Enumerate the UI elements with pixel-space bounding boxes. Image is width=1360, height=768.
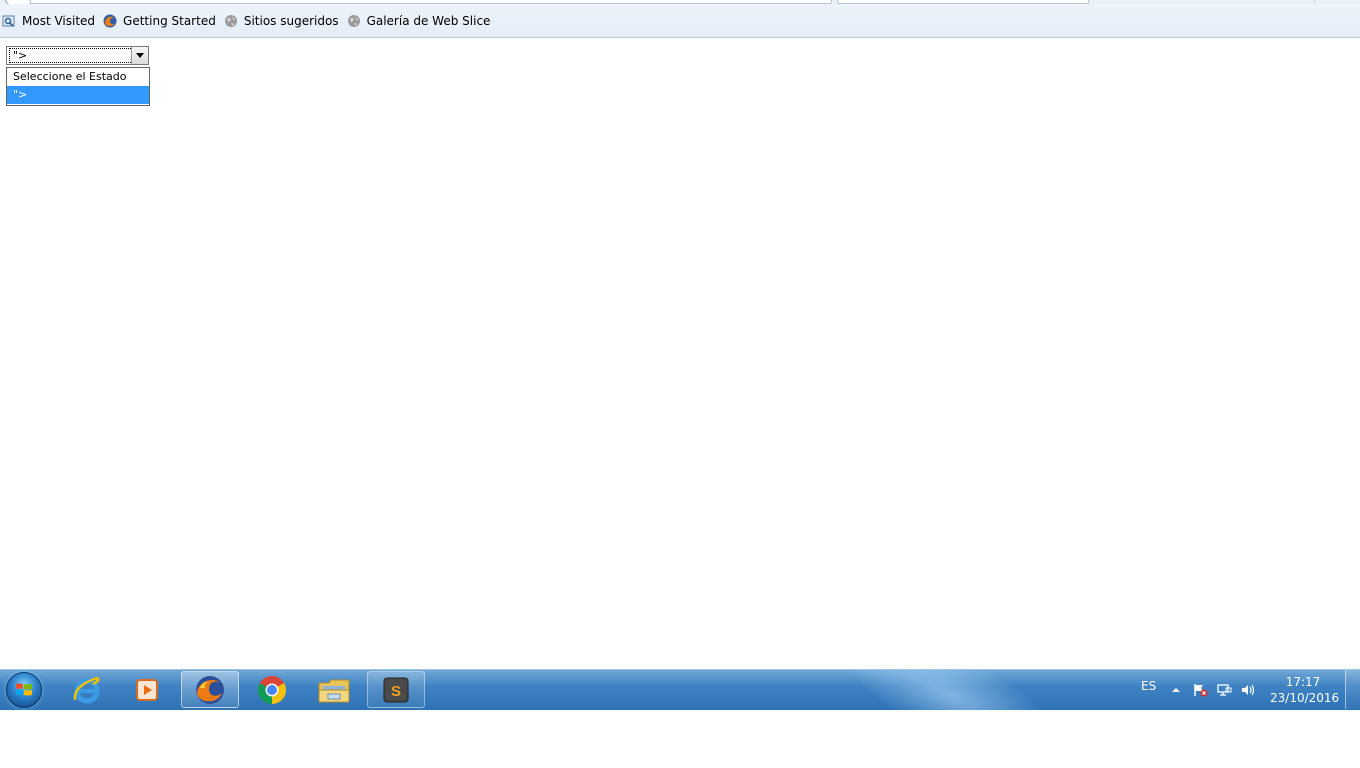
media-player-icon [136, 678, 158, 701]
show-desktop-button[interactable] [1345, 670, 1360, 709]
select-current-value: "> [9, 48, 133, 63]
internet-explorer-icon [73, 676, 100, 703]
most-visited-icon [2, 14, 16, 28]
action-center-flag-icon[interactable] [1192, 683, 1208, 697]
clock-date[interactable]: 23/10/2016 [1270, 691, 1339, 705]
taskbar-firefox[interactable] [181, 671, 239, 708]
taskbar-chrome[interactable] [243, 671, 301, 708]
bookmark-label: Galería de Web Slice [366, 13, 491, 28]
dropdown-arrow-button[interactable] [131, 47, 148, 64]
chrome-icon [258, 675, 286, 704]
firefox-icon [196, 675, 224, 704]
select-dropdown-list: Seleccione el Estado "> [6, 67, 150, 106]
bookmark-most-visited[interactable]: Most Visited [0, 10, 99, 32]
taskbar-glow [813, 670, 1087, 710]
svg-text:S: S [391, 683, 401, 700]
taskbar-media-player[interactable] [118, 671, 176, 708]
volume-icon[interactable] [1240, 683, 1256, 697]
bookmark-label: Getting Started [123, 13, 216, 28]
file-explorer-icon [318, 679, 350, 702]
firefox-icon [103, 14, 117, 28]
chevron-down-icon [136, 53, 144, 58]
bookmark-sitios-sugeridos[interactable]: Sitios sugeridos [222, 10, 343, 32]
language-indicator[interactable]: ES [1141, 679, 1156, 693]
start-button[interactable] [4, 671, 44, 709]
bookmark-label: Sitios sugeridos [243, 13, 339, 28]
globe-icon [347, 14, 361, 28]
bookmark-label: Most Visited [22, 13, 96, 28]
bookmark-galeria-web-slice[interactable]: Galería de Web Slice [345, 10, 495, 32]
screen-margin [0, 710, 1360, 768]
sublime-text-icon: S [383, 677, 409, 702]
clock-time[interactable]: 17:17 [1274, 675, 1332, 689]
taskbar-sublime-text[interactable]: S [367, 671, 425, 708]
bookmark-getting-started[interactable]: Getting Started [101, 10, 220, 32]
network-icon[interactable] [1216, 683, 1232, 697]
select-option[interactable]: Seleccione el Estado [7, 68, 149, 86]
bookmarks-toolbar: Most Visited Getting Started Sitios suge… [0, 4, 1360, 38]
windows-logo-icon [6, 672, 42, 708]
select-option-highlighted[interactable]: "> [7, 86, 149, 104]
show-hidden-icons-icon[interactable] [1168, 683, 1184, 697]
taskbar-internet-explorer[interactable] [58, 671, 116, 708]
state-select[interactable]: "> [6, 46, 149, 65]
globe-icon [224, 14, 238, 28]
taskbar-file-explorer[interactable] [305, 671, 363, 708]
